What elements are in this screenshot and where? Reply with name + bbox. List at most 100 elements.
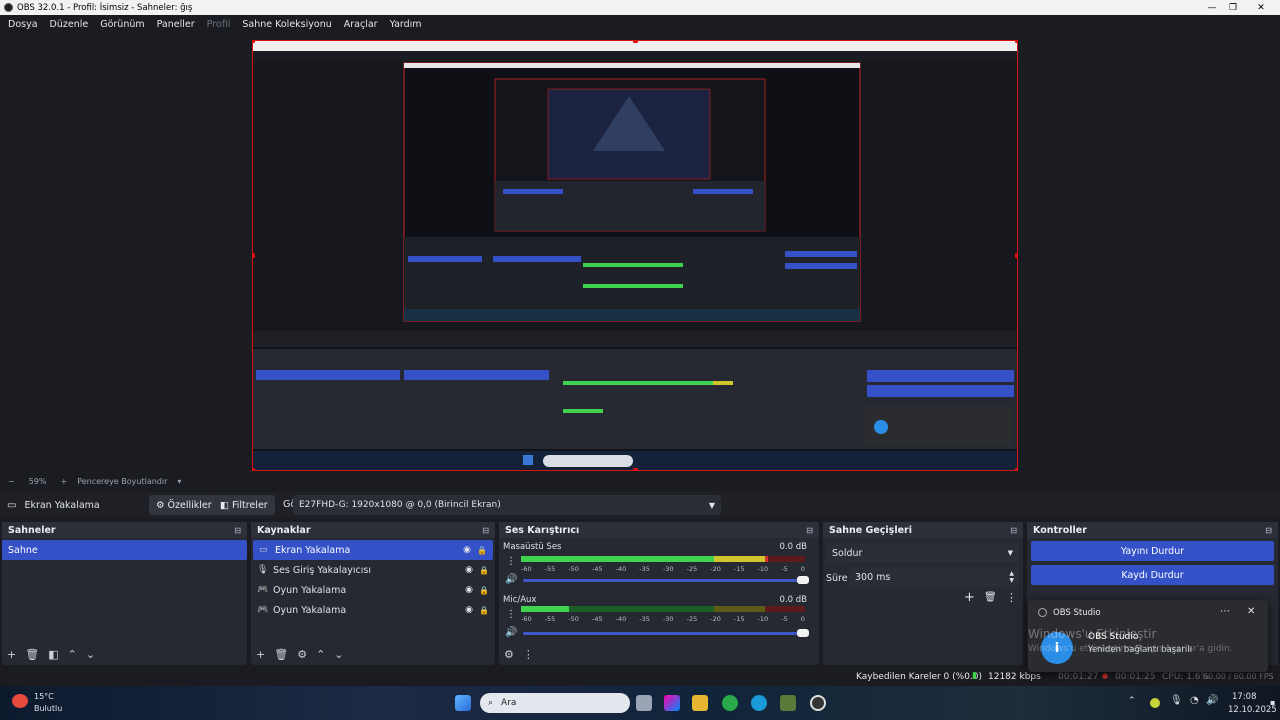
source-item[interactable]: 🎮 Oyun Yakalama ◉ 🔒: [251, 600, 495, 620]
menu-edit[interactable]: Düzenle: [44, 19, 95, 30]
menu-view[interactable]: Görünüm: [94, 19, 150, 30]
obs-taskbar-icon[interactable]: [810, 695, 826, 711]
properties-button[interactable]: ⚙ Özellikler: [149, 495, 219, 515]
resize-handle[interactable]: [253, 41, 255, 43]
chevron-down-icon[interactable]: ▾: [177, 477, 181, 486]
more-options-icon[interactable]: ⋯: [1220, 606, 1230, 617]
visibility-eye-icon[interactable]: ◉: [465, 585, 473, 595]
spin-arrows-icon[interactable]: ▲ ▼: [1009, 570, 1014, 584]
move-down-icon[interactable]: ⌄: [334, 648, 343, 661]
tray-chevron-icon[interactable]: ⌃: [1128, 696, 1136, 706]
dock-menu-icon[interactable]: ⊟: [482, 526, 489, 535]
zoom-out-icon[interactable]: −: [8, 477, 15, 486]
cpu-usage: CPU: 1.6%: [1162, 672, 1210, 682]
minecraft-icon[interactable]: [780, 695, 796, 711]
mixer-channel-mic: Mic/Aux 0.0 dB ⋮ -60 -55 -50 -45 -40 -35 -30 -25…: [503, 595, 809, 645]
maximize-icon[interactable]: ❐: [1219, 0, 1247, 15]
scene-filter-icon[interactable]: ◧: [48, 648, 58, 661]
transition-type: Soldur: [832, 547, 863, 559]
volume-slider-knob[interactable]: [797, 576, 809, 584]
lock-icon[interactable]: 🔒: [477, 546, 487, 555]
transition-select[interactable]: Soldur ▼: [826, 543, 1019, 563]
wifi-icon[interactable]: ◔: [1190, 695, 1199, 706]
controls-title: Kontroller: [1033, 524, 1087, 536]
trash-icon[interactable]: 🗑: [984, 592, 997, 603]
channel-menu-icon[interactable]: ⋮: [506, 609, 516, 620]
resize-handle[interactable]: [1015, 468, 1017, 470]
clock-time[interactable]: 17:08: [1232, 692, 1257, 702]
notification-bell-icon[interactable]: ▪: [1270, 698, 1275, 707]
transition-menu-icon[interactable]: ⋮: [1006, 591, 1017, 604]
duration-spinbox[interactable]: 300 ms ▲ ▼: [849, 567, 1019, 587]
lock-icon[interactable]: 🔒: [479, 606, 489, 615]
menu-tools[interactable]: Araçlar: [338, 19, 384, 30]
meter-tick-label: -25: [686, 615, 698, 623]
bitrate: 12182 kbps: [988, 672, 1041, 682]
tray-app-icon[interactable]: [1150, 698, 1160, 708]
notification-toast[interactable]: OBS Studio ⋯ ✕ i OBS Studio Yeniden bağl…: [1028, 600, 1268, 672]
taskbar-search[interactable]: ⌕ Ara: [480, 693, 630, 713]
task-view-icon[interactable]: [636, 695, 652, 711]
move-up-icon[interactable]: ⌃: [316, 648, 325, 661]
display-select[interactable]: E27FHD-G: 1920x1080 @ 0,0 (Birincil Ekra…: [293, 495, 721, 515]
mixer-menu-icon[interactable]: ⋮: [523, 648, 534, 661]
scenes-dock: Sahneler ⊟ Sahne + 🗑 ◧ ⌃ ⌄: [2, 522, 247, 665]
volume-slider[interactable]: [523, 629, 809, 637]
resize-handle[interactable]: [253, 468, 255, 470]
add-icon[interactable]: +: [7, 648, 16, 661]
source-item[interactable]: ▭ Ekran Yakalama ◉ 🔒: [253, 540, 493, 560]
visibility-eye-icon[interactable]: ◉: [465, 565, 473, 575]
channel-menu-icon[interactable]: ⋮: [506, 556, 516, 567]
source-item-label: Oyun Yakalama: [273, 584, 347, 596]
preview-canvas[interactable]: [252, 40, 1018, 471]
close-icon[interactable]: ✕: [1247, 606, 1255, 617]
visibility-eye-icon[interactable]: ◉: [463, 545, 471, 555]
add-icon[interactable]: +: [964, 590, 975, 605]
stop-streaming-button[interactable]: Yayını Durdur: [1031, 541, 1274, 561]
trash-icon[interactable]: 🗑: [25, 648, 39, 661]
fit-to-window-button[interactable]: Pencereye Boyutlandır: [77, 477, 167, 486]
volume-slider-knob[interactable]: [797, 629, 809, 637]
copilot-icon[interactable]: [664, 695, 680, 711]
scene-item[interactable]: Sahne: [2, 540, 247, 560]
source-item[interactable]: 🎙 Ses Giriş Yakalayıcısı ◉ 🔒: [251, 560, 495, 580]
zoom-in-icon[interactable]: +: [60, 477, 67, 486]
visibility-eye-icon[interactable]: ◉: [465, 605, 473, 615]
resize-handle[interactable]: [1015, 253, 1017, 258]
dock-menu-icon[interactable]: ⊟: [1265, 526, 1272, 535]
lock-icon[interactable]: 🔒: [479, 586, 489, 595]
menu-help[interactable]: Yardım: [384, 19, 428, 30]
menu-docks[interactable]: Paneller: [151, 19, 201, 30]
speaker-icon[interactable]: 🔊: [505, 574, 517, 585]
source-item[interactable]: 🎮 Oyun Yakalama ◉ 🔒: [251, 580, 495, 600]
stop-recording-button[interactable]: Kaydı Durdur: [1031, 565, 1274, 585]
close-icon[interactable]: ✕: [1247, 0, 1275, 15]
move-down-icon[interactable]: ⌄: [86, 648, 95, 661]
resize-handle[interactable]: [633, 468, 638, 470]
dock-menu-icon[interactable]: ⊟: [234, 526, 241, 535]
gear-icon[interactable]: ⚙: [297, 648, 307, 661]
menu-scene-collection[interactable]: Sahne Koleksiyonu: [236, 19, 337, 30]
move-up-icon[interactable]: ⌃: [68, 648, 77, 661]
volume-slider[interactable]: [523, 576, 809, 584]
dock-menu-icon[interactable]: ⊟: [806, 526, 813, 535]
filters-button[interactable]: ◧ Filtreler: [213, 495, 275, 515]
edge-icon[interactable]: [751, 695, 767, 711]
microphone-icon[interactable]: 🎙: [1170, 695, 1183, 706]
advanced-audio-icon[interactable]: ⚙: [504, 648, 514, 661]
start-icon[interactable]: [455, 695, 471, 711]
menu-profile[interactable]: Profil: [201, 19, 237, 30]
volume-icon[interactable]: 🔊: [1206, 695, 1218, 706]
menu-file[interactable]: Dosya: [2, 19, 44, 30]
trash-icon[interactable]: 🗑: [274, 648, 288, 661]
dock-menu-icon[interactable]: ⊟: [1010, 526, 1017, 535]
speaker-icon[interactable]: 🔊: [505, 627, 517, 638]
resize-handle[interactable]: [253, 253, 255, 258]
chrome-icon[interactable]: [722, 695, 738, 711]
resize-handle[interactable]: [633, 41, 638, 43]
resize-handle[interactable]: [1015, 41, 1017, 43]
meter-tick-label: -30: [662, 565, 674, 573]
add-icon[interactable]: +: [256, 648, 265, 661]
lock-icon[interactable]: 🔒: [479, 566, 489, 575]
file-explorer-icon[interactable]: [692, 695, 708, 711]
